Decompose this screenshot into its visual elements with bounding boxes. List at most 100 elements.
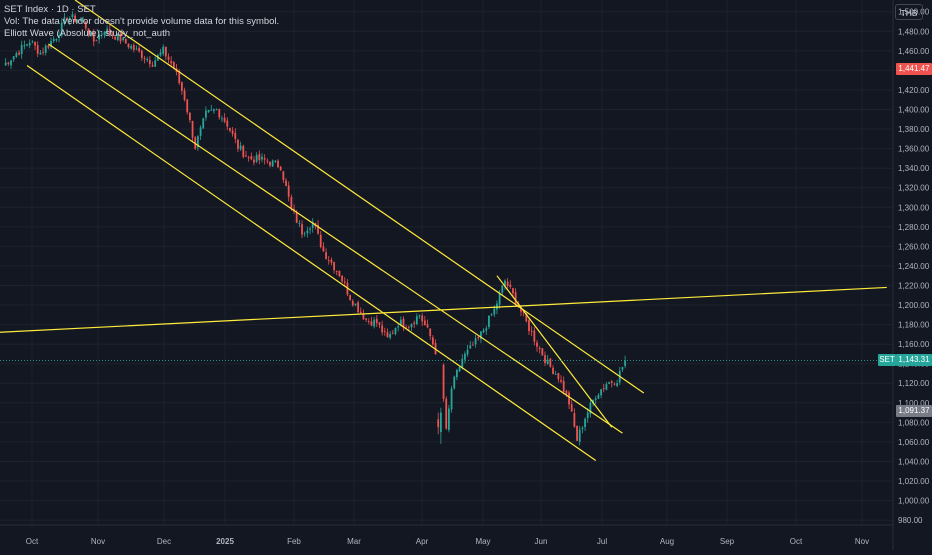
x-tick-label: Apr: [416, 537, 429, 546]
candle-body: [482, 329, 485, 333]
candle-body: [36, 45, 39, 54]
candle-body: [333, 262, 335, 271]
y-tick-label: 1,380.00: [898, 125, 930, 134]
x-tick-label: Mar: [347, 537, 361, 546]
y-tick-label: 980.00: [898, 516, 923, 525]
candle-body: [269, 161, 271, 166]
candle-body: [103, 32, 106, 36]
candle-body: [140, 50, 143, 58]
y-tick-label: 1,300.00: [898, 203, 930, 212]
x-tick-label: 2025: [216, 537, 234, 546]
candle-body: [608, 382, 610, 384]
candle-body: [167, 56, 170, 60]
candle-body: [437, 419, 440, 428]
last-price-tag: 1,143.31: [896, 354, 932, 367]
candle-body: [573, 412, 576, 427]
candle-body: [301, 224, 303, 235]
candle-body: [474, 338, 477, 345]
x-tick-label: Nov: [91, 537, 105, 546]
candle-body: [277, 160, 279, 168]
candle-body: [397, 326, 400, 328]
high-price-tag: 1,441.47: [896, 62, 932, 75]
currency-button[interactable]: THB: [895, 4, 923, 20]
candle-body: [370, 321, 373, 326]
candle-body: [266, 160, 269, 162]
y-tick-label: 1,420.00: [898, 86, 930, 95]
x-tick-label: Oct: [26, 537, 39, 546]
y-tick-label: 1,080.00: [898, 418, 930, 427]
candle-body: [213, 109, 215, 112]
candle-body: [322, 246, 325, 252]
candle-body: [357, 302, 360, 313]
candle-body: [63, 17, 66, 24]
candle-body: [453, 376, 456, 389]
candle-body: [279, 166, 282, 171]
y-tick-label: 1,460.00: [898, 47, 930, 56]
candle-body: [100, 33, 103, 35]
candle-body: [79, 20, 82, 22]
candle-body: [261, 156, 263, 160]
candle-body: [186, 99, 189, 113]
candle-body: [439, 412, 442, 433]
candle-body: [127, 43, 130, 48]
candle-body: [215, 109, 218, 110]
gray-price-tag: 1,091.37: [896, 405, 932, 418]
candle-body: [410, 323, 413, 328]
candle-body: [202, 118, 205, 129]
candle-body: [226, 120, 229, 127]
candle-body: [231, 130, 234, 134]
candle-body: [119, 33, 122, 42]
candle-body: [221, 118, 223, 120]
y-tick-label: 1,160.00: [898, 340, 930, 349]
candle-body: [338, 270, 341, 277]
candle-body: [28, 42, 31, 46]
candle-body: [34, 42, 36, 46]
candle-body: [498, 293, 501, 305]
candle-body: [151, 65, 154, 67]
candle-body: [298, 223, 301, 224]
candle-body: [381, 325, 384, 333]
candle-body: [114, 36, 117, 40]
candle-body: [549, 358, 552, 367]
candle-body: [456, 370, 458, 378]
candle-body: [31, 41, 34, 43]
candle-body: [191, 120, 194, 138]
candle-body: [426, 324, 429, 328]
candle-body: [253, 159, 255, 163]
candle-body: [18, 52, 20, 55]
candle-body: [242, 145, 245, 157]
candle-body: [20, 45, 23, 55]
candle-body: [164, 46, 167, 57]
price-chart[interactable]: 1,500.001,480.001,460.001,440.001,420.00…: [0, 0, 932, 550]
candle-body: [613, 383, 616, 385]
candle-body: [447, 408, 450, 430]
candle-body: [450, 388, 453, 410]
candle-body: [146, 59, 149, 61]
candle-body: [351, 301, 354, 306]
candle-body: [74, 15, 76, 22]
candle-body: [205, 110, 207, 118]
candle-body: [528, 320, 530, 332]
x-tick-label: Jul: [597, 537, 607, 546]
candle-body: [239, 145, 242, 150]
candle-body: [485, 328, 488, 331]
candle-body: [12, 56, 15, 60]
candle-body: [26, 44, 28, 46]
candle-body: [493, 308, 496, 315]
y-tick-label: 1,320.00: [898, 184, 930, 193]
candle-body: [170, 60, 173, 64]
candle-body: [39, 52, 42, 55]
candle-body: [132, 45, 135, 50]
candle-body: [154, 60, 157, 67]
candle-body: [431, 337, 434, 345]
candle-body: [90, 31, 93, 36]
candle-body: [306, 230, 309, 234]
y-tick-label: 1,000.00: [898, 497, 930, 506]
chart-area[interactable]: 1,500.001,480.001,460.001,440.001,420.00…: [0, 0, 932, 550]
candle-body: [407, 326, 410, 328]
candle-body: [159, 52, 162, 56]
candle-body: [501, 285, 504, 293]
candle-body: [442, 364, 445, 399]
candle-body: [343, 281, 346, 283]
candle-body: [95, 40, 98, 42]
